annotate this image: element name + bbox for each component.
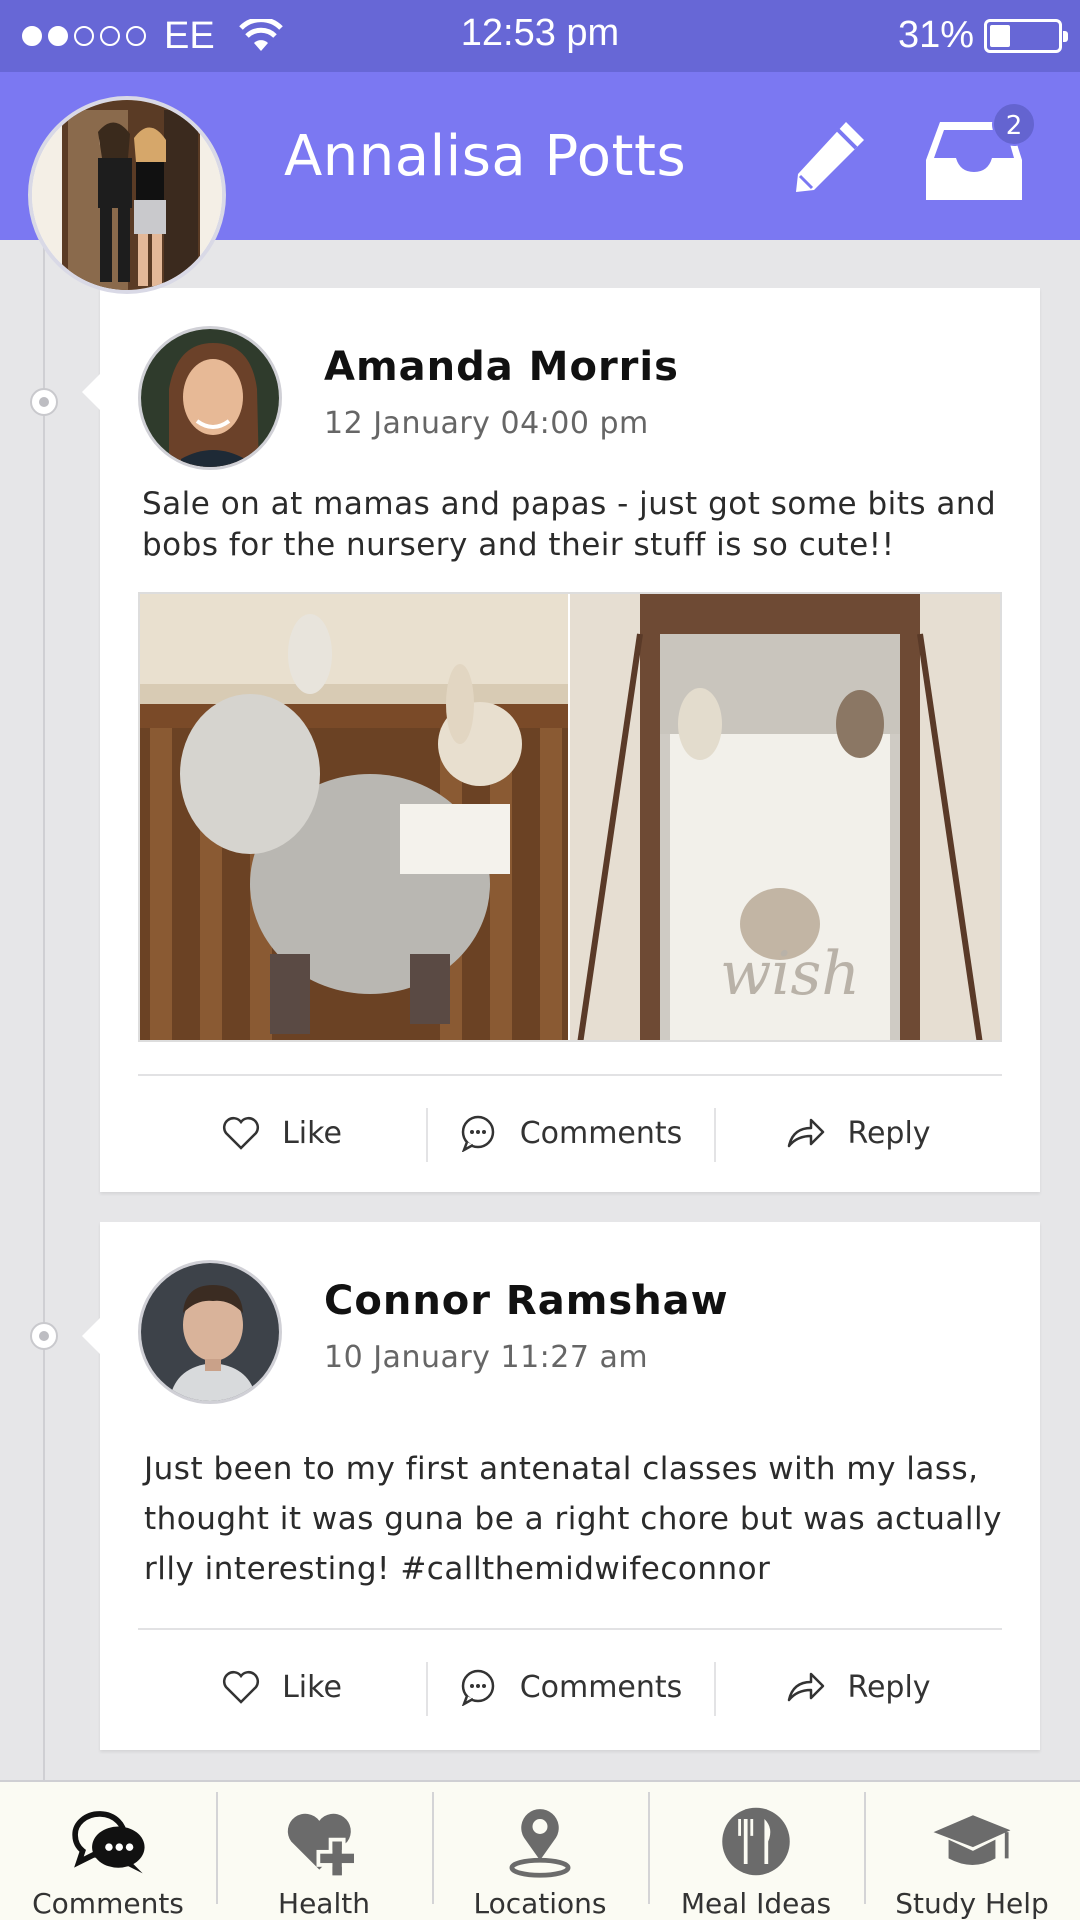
comments-label: Comments xyxy=(519,1669,683,1705)
comments-label: Comments xyxy=(519,1115,683,1151)
nav-comments[interactable]: Comments xyxy=(0,1782,216,1920)
inbox-button[interactable]: 2 xyxy=(920,102,1036,208)
nav-locations[interactable]: Locations xyxy=(432,1782,648,1920)
post-text: Sale on at mamas and papas - just got so… xyxy=(142,486,997,563)
author-photo xyxy=(141,329,279,467)
nav-label: Comments xyxy=(32,1887,184,1920)
svg-text:wish: wish xyxy=(720,939,860,1009)
nursery-products-photo: wish xyxy=(140,594,1000,1040)
post-card: Amanda Morris 12 January 04:00 pm Sale o… xyxy=(82,288,1040,1192)
nav-study-help[interactable]: Study Help xyxy=(864,1782,1080,1920)
chat-bubbles-icon xyxy=(72,1811,145,1874)
like-label: Like xyxy=(282,1115,342,1151)
comment-bubble-icon xyxy=(461,1669,494,1706)
profile-name: Annalisa Potts xyxy=(284,124,687,189)
share-arrow-icon xyxy=(788,1118,825,1148)
timeline-dot xyxy=(30,1322,58,1350)
nav-label: Locations xyxy=(473,1887,607,1920)
pencil-icon xyxy=(796,122,864,192)
edit-button[interactable] xyxy=(786,114,872,200)
graduation-cap-icon xyxy=(933,1815,1011,1865)
battery-icon xyxy=(984,18,1068,53)
post-image[interactable]: wish xyxy=(138,592,1002,1042)
heart-plus-icon xyxy=(287,1813,358,1879)
comments-button[interactable]: Comments xyxy=(426,1088,714,1178)
comment-bubble-icon xyxy=(461,1115,494,1152)
post-divider xyxy=(138,1628,1002,1630)
fork-knife-icon xyxy=(722,1807,790,1876)
nav-health[interactable]: Health xyxy=(216,1782,432,1920)
profile-avatar[interactable] xyxy=(28,96,226,294)
reply-label: Reply xyxy=(847,1115,931,1151)
share-arrow-icon xyxy=(788,1672,825,1702)
inbox-badge: 2 xyxy=(992,102,1036,146)
author-name[interactable]: Amanda Morris xyxy=(324,344,679,390)
post-text: Just been to my first antenatal classes … xyxy=(144,1451,1002,1587)
map-pin-icon xyxy=(509,1809,571,1878)
author-photo xyxy=(141,1263,279,1401)
post-actions: Like Comments Reply xyxy=(138,1088,1002,1178)
like-label: Like xyxy=(282,1669,342,1705)
comments-button[interactable]: Comments xyxy=(426,1642,714,1732)
post-date: 12 January 04:00 pm xyxy=(324,406,649,441)
status-bar: EE 12:53 pm 31% xyxy=(0,0,1080,72)
heart-icon xyxy=(223,1117,260,1150)
reply-button[interactable]: Reply xyxy=(714,1642,1002,1732)
battery-percent: 31% xyxy=(897,14,974,56)
profile-photo xyxy=(32,100,222,290)
author-avatar[interactable] xyxy=(138,1260,282,1404)
nav-label: Health xyxy=(278,1887,370,1920)
author-avatar[interactable] xyxy=(138,326,282,470)
post-card: Connor Ramshaw 10 January 11:27 am Just … xyxy=(82,1222,1040,1750)
profile-header: Annalisa Potts 2 xyxy=(0,72,1080,294)
post-divider xyxy=(138,1074,1002,1076)
post-date: 10 January 11:27 am xyxy=(324,1340,649,1375)
timeline-line xyxy=(43,240,45,1780)
battery-level xyxy=(990,24,1010,47)
author-name[interactable]: Connor Ramshaw xyxy=(324,1278,729,1324)
heart-icon xyxy=(223,1671,260,1704)
reply-button[interactable]: Reply xyxy=(714,1088,1002,1178)
nav-label: Meal Ideas xyxy=(680,1887,832,1920)
like-button[interactable]: Like xyxy=(138,1642,426,1732)
bottom-navigation: Comments Health Locations Meal Ideas Stu… xyxy=(0,1780,1080,1920)
reply-label: Reply xyxy=(847,1669,931,1705)
like-button[interactable]: Like xyxy=(138,1088,426,1178)
timeline-dot xyxy=(30,388,58,416)
nav-label: Study Help xyxy=(895,1887,1049,1920)
post-actions: Like Comments Reply xyxy=(138,1642,1002,1732)
nav-meal-ideas[interactable]: Meal Ideas xyxy=(648,1782,864,1920)
